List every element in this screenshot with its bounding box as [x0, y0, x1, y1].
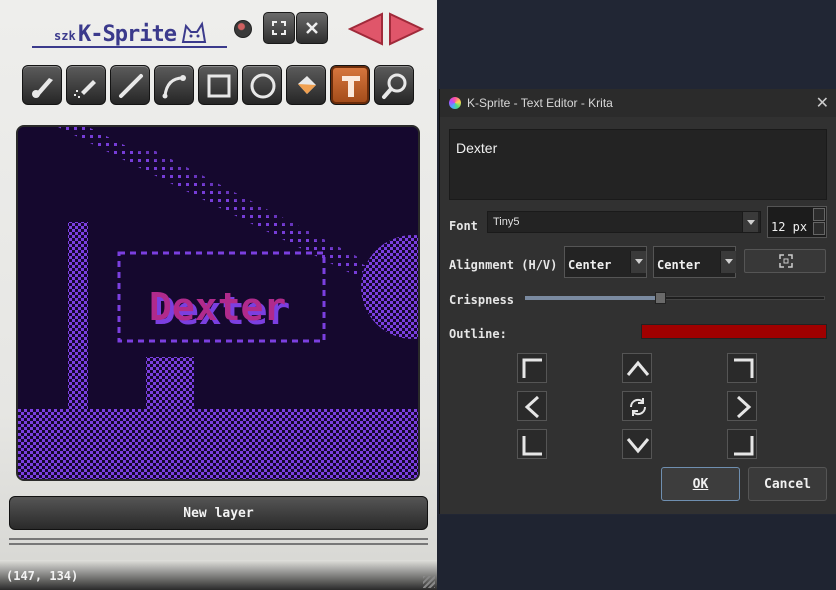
resize-grip[interactable]: [423, 576, 435, 588]
next-arrow-button[interactable]: [388, 12, 424, 46]
align-top-button[interactable]: [622, 353, 652, 383]
curve-icon: [162, 75, 186, 99]
spin-up-icon[interactable]: [813, 208, 825, 221]
fit-frame-icon: [779, 254, 793, 268]
ksprite-logo: szk K-Sprite: [32, 14, 232, 54]
cancel-button[interactable]: Cancel: [748, 467, 827, 501]
refresh-icon: [629, 398, 647, 416]
chevron-down-icon[interactable]: [720, 251, 736, 273]
record-dot-button[interactable]: [234, 20, 252, 38]
divider: [9, 543, 428, 545]
close-button[interactable]: [296, 12, 328, 44]
logo-prefix: szk: [54, 29, 76, 43]
logo-underline: [32, 46, 227, 48]
chevron-down-icon: [626, 438, 650, 454]
cat-logo-icon: [181, 21, 207, 43]
dialog-close-icon[interactable]: ✕: [816, 93, 829, 113]
chevron-down-icon[interactable]: [630, 251, 646, 273]
text-icon: [342, 76, 360, 97]
text-editor-dialog: K-Sprite - Text Editor - Krita ✕ Dexter …: [439, 89, 836, 514]
spin-down-icon[interactable]: [813, 222, 825, 235]
align-bottom-right-button[interactable]: [727, 429, 757, 459]
reset-center-button[interactable]: [622, 391, 652, 421]
crispness-slider-handle[interactable]: [655, 292, 666, 304]
fit-text-button[interactable]: [744, 249, 826, 273]
chevron-down-icon[interactable]: [742, 212, 758, 232]
pixel-art: Dexter Dexter: [18, 127, 418, 479]
dialog-title: K-Sprite - Text Editor - Krita: [467, 96, 613, 110]
rectangle-tool[interactable]: [198, 65, 238, 105]
curve-tool[interactable]: [154, 65, 194, 105]
crispness-label: Crispness: [449, 293, 515, 307]
outline-label: Outline:: [449, 327, 507, 341]
fill-tool[interactable]: [286, 65, 326, 105]
ellipse-icon: [250, 73, 276, 99]
corner-bottom-right-icon: [734, 436, 754, 456]
alignment-label: Alignment (H/V): [449, 258, 558, 272]
text-input[interactable]: Dexter: [449, 129, 827, 200]
prev-arrow-button[interactable]: [348, 12, 384, 46]
chevron-up-icon: [626, 360, 650, 376]
align-top-right-button[interactable]: [727, 353, 757, 383]
crispness-slider-fill: [525, 296, 660, 300]
close-icon: [306, 22, 318, 34]
corner-bottom-left-icon: [522, 436, 542, 456]
ok-button[interactable]: OK: [661, 467, 740, 501]
chevron-left-icon: [524, 395, 540, 419]
corner-top-right-icon: [734, 358, 754, 378]
align-left-button[interactable]: [517, 391, 547, 421]
dialog-titlebar[interactable]: K-Sprite - Text Editor - Krita ✕: [440, 89, 836, 117]
rectangle-icon: [207, 74, 231, 98]
font-select[interactable]: Tiny5: [487, 211, 761, 233]
cursor-coords: (147, 134): [6, 569, 79, 583]
logo-name: K-Sprite: [78, 22, 177, 47]
spray-icon: [74, 80, 96, 98]
text-tool[interactable]: [330, 65, 370, 105]
divider: [9, 538, 428, 540]
align-bottom-left-button[interactable]: [517, 429, 547, 459]
new-layer-button[interactable]: New layer: [9, 496, 428, 530]
align-top-left-button[interactable]: [517, 353, 547, 383]
line-icon: [119, 74, 143, 98]
canvas-text: Dexter: [149, 285, 286, 329]
arrow-left-icon: [348, 12, 383, 46]
zoom-tool[interactable]: [374, 65, 414, 105]
ksprite-panel: szk K-Sprite Dexter Dexter New layer (14…: [0, 0, 437, 590]
fit-frame-button[interactable]: [263, 12, 295, 44]
spray-tool[interactable]: [66, 65, 106, 105]
sprite-canvas[interactable]: Dexter Dexter: [16, 125, 420, 481]
arrow-right-icon: [389, 12, 424, 46]
line-tool[interactable]: [110, 65, 150, 105]
font-label: Font: [449, 219, 478, 233]
paint-bucket-icon: [298, 76, 316, 94]
outline-color-button[interactable]: [641, 324, 827, 339]
magnifier-icon: [382, 73, 407, 99]
align-right-button[interactable]: [727, 391, 757, 421]
corner-top-left-icon: [522, 358, 542, 378]
chevron-right-icon: [736, 395, 752, 419]
align-bottom-button[interactable]: [622, 429, 652, 459]
brush-icon: [32, 78, 53, 98]
krita-logo-icon: [449, 97, 461, 109]
ellipse-tool[interactable]: [242, 65, 282, 105]
fit-frame-icon: [272, 21, 286, 35]
brush-tool[interactable]: [22, 65, 62, 105]
